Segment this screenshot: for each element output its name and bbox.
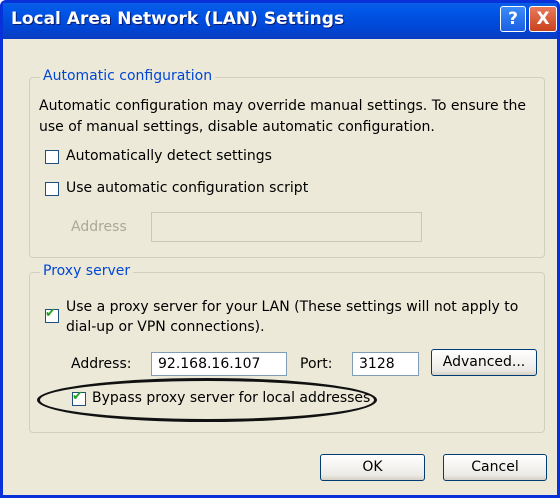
proxy-address-input[interactable]: 92.168.16.107: [151, 352, 287, 376]
auto-config-description-line1: Automatic configuration may override man…: [39, 98, 527, 114]
highlight-ellipse: [37, 378, 377, 422]
ok-button[interactable]: OK: [320, 454, 425, 481]
use-proxy-label-line2[interactable]: dial-up or VPN connections).: [66, 319, 265, 335]
dialog-title: Local Area Network (LAN) Settings: [11, 9, 345, 29]
auto-detect-label[interactable]: Automatically detect settings: [66, 148, 272, 164]
advanced-button[interactable]: Advanced...: [431, 349, 537, 376]
auto-config-group: Automatic configuration Automatic config…: [29, 68, 545, 258]
lan-settings-dialog: Local Area Network (LAN) Settings ? X Au…: [0, 0, 560, 498]
close-icon[interactable]: X: [529, 6, 557, 32]
auto-detect-checkbox[interactable]: [45, 150, 59, 164]
script-address-label: Address: [71, 219, 127, 235]
proxy-address-label: Address:: [71, 356, 132, 372]
use-script-checkbox[interactable]: [45, 182, 59, 196]
use-proxy-checkmark-icon: ✔: [45, 306, 56, 321]
auto-config-legend: Automatic configuration: [40, 68, 216, 84]
script-address-input[interactable]: [151, 212, 422, 242]
auto-config-description-line2: use of manual settings, disable automati…: [39, 119, 435, 135]
title-bar[interactable]: Local Area Network (LAN) Settings ? X: [3, 3, 557, 39]
use-proxy-label-line1[interactable]: Use a proxy server for your LAN (These s…: [66, 299, 518, 315]
cancel-button[interactable]: Cancel: [443, 454, 547, 481]
proxy-port-label: Port:: [300, 356, 333, 372]
use-proxy-checkbox[interactable]: ✔: [45, 306, 59, 323]
help-icon[interactable]: ?: [500, 6, 526, 32]
use-script-label[interactable]: Use automatic configuration script: [66, 180, 308, 196]
proxy-port-input[interactable]: 3128: [352, 352, 419, 376]
proxy-server-legend: Proxy server: [40, 263, 134, 279]
